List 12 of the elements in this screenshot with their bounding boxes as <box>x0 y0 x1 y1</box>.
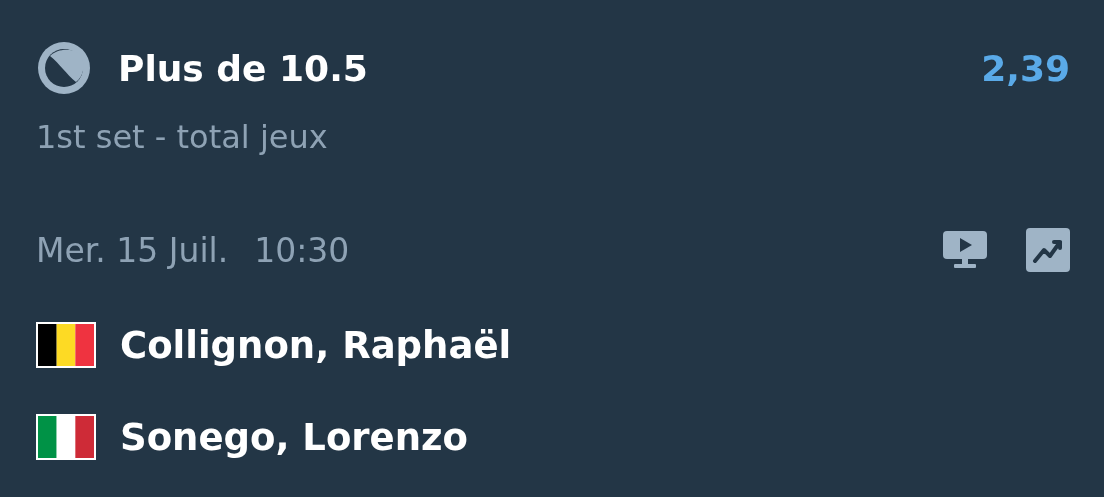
player-name: Sonego, Lorenzo <box>120 415 468 459</box>
stats-chart-icon[interactable] <box>1026 228 1070 272</box>
match-date: Mer. 15 Juil. <box>36 230 229 270</box>
player-name: Collignon, Raphaël <box>120 323 512 367</box>
live-stream-icon[interactable] <box>942 230 988 270</box>
selection-title: Plus de 10.5 <box>118 47 368 89</box>
flag-icon <box>36 322 96 368</box>
flag-icon <box>36 414 96 460</box>
tennis-ball-icon <box>36 40 92 96</box>
market-label: 1st set - total jeux <box>36 118 329 156</box>
match-time: 10:30 <box>254 230 350 270</box>
odds-value[interactable]: 2,39 <box>981 47 1070 89</box>
